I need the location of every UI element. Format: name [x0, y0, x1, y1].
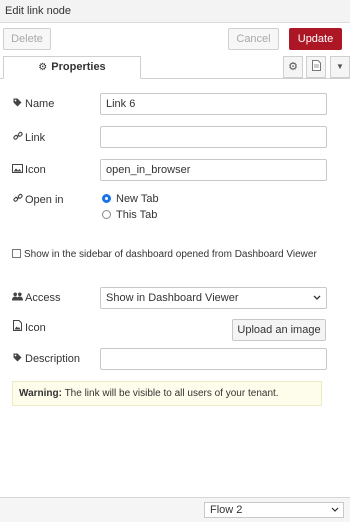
description-label: Description: [25, 353, 81, 365]
description-tab-document-icon[interactable]: [306, 56, 326, 78]
radio-this-tab[interactable]: This Tab: [102, 209, 157, 221]
update-button[interactable]: Update: [289, 28, 342, 50]
sidebar-checkbox-row[interactable]: Show in the sidebar of dashboard opened …: [12, 249, 317, 260]
image-file-icon: [12, 320, 23, 333]
sidebar-checkbox-label: Show in the sidebar of dashboard opened …: [24, 249, 317, 260]
name-label-row: Name: [12, 98, 54, 110]
warning-box: Warning: The link will be visible to all…: [12, 381, 322, 406]
open-in-label-row: Open in: [12, 193, 64, 206]
radio-new-tab-label: New Tab: [116, 193, 159, 205]
radio-this-tab-label: This Tab: [116, 209, 158, 221]
radio-new-tab-button[interactable]: [102, 194, 111, 203]
radio-new-tab[interactable]: New Tab: [102, 193, 159, 205]
image-icon-label: Icon: [25, 322, 46, 334]
caret-down-icon: [331, 503, 339, 522]
icon-input[interactable]: open_in_browser: [100, 159, 327, 181]
access-label: Access: [25, 292, 61, 304]
tab-bar: ⚙ Properties ⚙ ▼: [0, 56, 350, 79]
tab-properties[interactable]: ⚙ Properties: [3, 56, 141, 79]
access-select-value: Show in Dashboard Viewer: [106, 292, 239, 304]
icon-label: Icon: [25, 164, 46, 176]
link-label-row: Link: [12, 131, 45, 144]
cancel-button[interactable]: Cancel: [228, 28, 279, 50]
caret-down-icon[interactable]: ▼: [330, 56, 350, 78]
delete-button[interactable]: Delete: [3, 28, 51, 50]
access-label-row: Access: [12, 292, 60, 304]
warning-strong: Warning:: [19, 388, 62, 399]
flow-select-value: Flow 2: [210, 504, 243, 516]
tag-icon: [12, 353, 23, 364]
icon-label-row: Icon: [12, 164, 46, 176]
users-icon: [12, 292, 23, 303]
editor-header: Edit link node: [0, 0, 350, 23]
image-icon: [12, 164, 23, 175]
footer-bar: Flow 2: [0, 497, 350, 522]
link-input[interactable]: [100, 126, 327, 148]
tab-properties-label: Properties: [51, 61, 106, 73]
sidebar-checkbox[interactable]: [12, 249, 21, 258]
open-in-label: Open in: [25, 194, 64, 206]
description-label-row: Description: [12, 353, 80, 365]
settings-tab-gear-icon[interactable]: ⚙: [283, 56, 303, 78]
flow-select[interactable]: Flow 2: [204, 502, 344, 518]
gear-icon: ⚙: [38, 62, 48, 73]
link-icon: [12, 193, 23, 205]
editor-title: Edit link node: [5, 5, 72, 17]
name-label: Name: [25, 98, 55, 110]
access-select[interactable]: Show in Dashboard Viewer: [100, 287, 327, 309]
radio-this-tab-button[interactable]: [102, 210, 111, 219]
warning-text: The link will be visible to all users of…: [61, 388, 279, 399]
link-label: Link: [25, 132, 46, 144]
link-icon: [12, 131, 23, 143]
tag-icon: [12, 98, 23, 109]
chevron-down-icon: [313, 288, 321, 315]
description-input[interactable]: [100, 348, 327, 370]
name-input[interactable]: Link 6: [100, 93, 327, 115]
image-icon-label-row: Icon: [12, 320, 46, 334]
upload-image-button[interactable]: Upload an image: [232, 319, 326, 341]
